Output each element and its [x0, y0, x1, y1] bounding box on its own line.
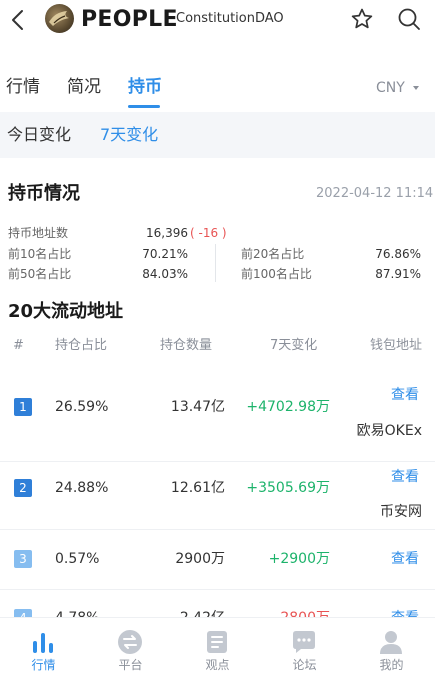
exchange-arrows-icon: [118, 630, 142, 654]
bottom-nav: 行情 平台 观点 论坛 我的: [0, 617, 435, 675]
coin-name: ConstitutionDAO: [176, 11, 284, 26]
view-address-link[interactable]: 查看: [391, 468, 419, 486]
nav-label: 平台: [118, 658, 143, 672]
top-bar: PEOPLE ConstitutionDAO: [0, 0, 435, 40]
col-amount: 持仓数量: [160, 338, 213, 353]
stats-divider: [215, 244, 216, 282]
change-7day: +4702.98万: [246, 399, 330, 415]
search-icon[interactable]: [397, 7, 421, 31]
nav-label: 观点: [205, 658, 230, 672]
coin-logo: [45, 4, 74, 33]
nav-market[interactable]: 行情: [0, 618, 87, 675]
nav-label: 我的: [379, 658, 404, 672]
rank-badge: 3: [14, 550, 32, 568]
holding-amount: 13.47亿: [170, 399, 225, 415]
holding-share: 0.57%: [55, 551, 100, 567]
bar-chart-icon: [33, 633, 53, 653]
tab-7day-change[interactable]: 7天变化: [100, 125, 158, 145]
user-icon: [380, 631, 402, 654]
holdings-title: 持币情况: [8, 183, 80, 204]
top50-value: 84.03%: [142, 267, 188, 281]
nav-label: 行情: [31, 658, 56, 672]
nav-platform[interactable]: 平台: [87, 618, 174, 675]
col-7day-change: 7天变化: [270, 338, 318, 353]
col-wallet: 钱包地址: [370, 338, 423, 353]
change-7day: +3505.69万: [246, 480, 330, 496]
active-tab-indicator: [128, 105, 160, 108]
main-tabs: 行情 简况 持币 CNY: [0, 70, 435, 108]
tab-holdings[interactable]: 持币: [128, 76, 162, 98]
holding-amount: 12.61亿: [170, 480, 225, 496]
document-icon: [207, 631, 227, 653]
holding-amount: 2900万: [175, 551, 225, 567]
tab-market[interactable]: 行情: [6, 76, 40, 98]
col-rank: #: [13, 338, 24, 353]
exchange-name: 欧易OKEx: [356, 423, 422, 439]
table-row[interactable]: 3 0.57% 2900万 +2900万 查看: [0, 530, 435, 590]
view-address-link[interactable]: 查看: [391, 550, 419, 568]
top50-label: 前50名占比: [8, 267, 72, 281]
table-row[interactable]: 2 24.88% 12.61亿 +3505.69万 查看 币安网: [0, 462, 435, 530]
period-tabs: 今日变化 7天变化: [0, 112, 435, 158]
chat-bubble-icon: [293, 631, 315, 653]
top10-value: 70.21%: [142, 247, 188, 261]
caret-down-icon[interactable]: [413, 86, 419, 90]
change-7day: +2900万: [268, 551, 330, 567]
nav-forum[interactable]: 论坛: [261, 618, 348, 675]
top10-label: 前10名占比: [8, 247, 72, 261]
holding-share: 24.88%: [55, 480, 109, 496]
nav-opinions[interactable]: 观点: [174, 618, 261, 675]
exchange-name: 币安网: [380, 504, 422, 520]
top-addresses-title: 20大流动地址: [8, 301, 124, 322]
star-icon[interactable]: [350, 7, 374, 31]
table-row[interactable]: 1 26.59% 13.47亿 +4702.98万 查看 欧易OKEx: [0, 370, 435, 462]
address-count-change: ( -16 ): [190, 226, 227, 240]
top20-label: 前20名占比: [241, 247, 305, 261]
address-count-label: 持币地址数: [8, 226, 69, 240]
update-time: 2022-04-12 11:14: [316, 186, 434, 201]
top100-value: 87.91%: [375, 267, 421, 281]
nav-label: 论坛: [292, 658, 317, 672]
rank-badge: 2: [14, 479, 32, 497]
address-count-value: 16,396: [146, 226, 188, 240]
top100-label: 前100名占比: [241, 267, 312, 281]
back-arrow-icon[interactable]: [8, 8, 30, 32]
coin-symbol: PEOPLE: [81, 7, 178, 32]
top20-value: 76.86%: [375, 247, 421, 261]
tab-overview[interactable]: 简况: [67, 76, 101, 98]
currency-selector[interactable]: CNY: [376, 79, 405, 97]
holding-share: 26.59%: [55, 399, 109, 415]
rank-badge: 1: [14, 398, 32, 416]
tab-today-change[interactable]: 今日变化: [7, 125, 71, 145]
nav-profile[interactable]: 我的: [348, 618, 435, 675]
view-address-link[interactable]: 查看: [391, 386, 419, 404]
col-share: 持仓占比: [55, 338, 108, 353]
